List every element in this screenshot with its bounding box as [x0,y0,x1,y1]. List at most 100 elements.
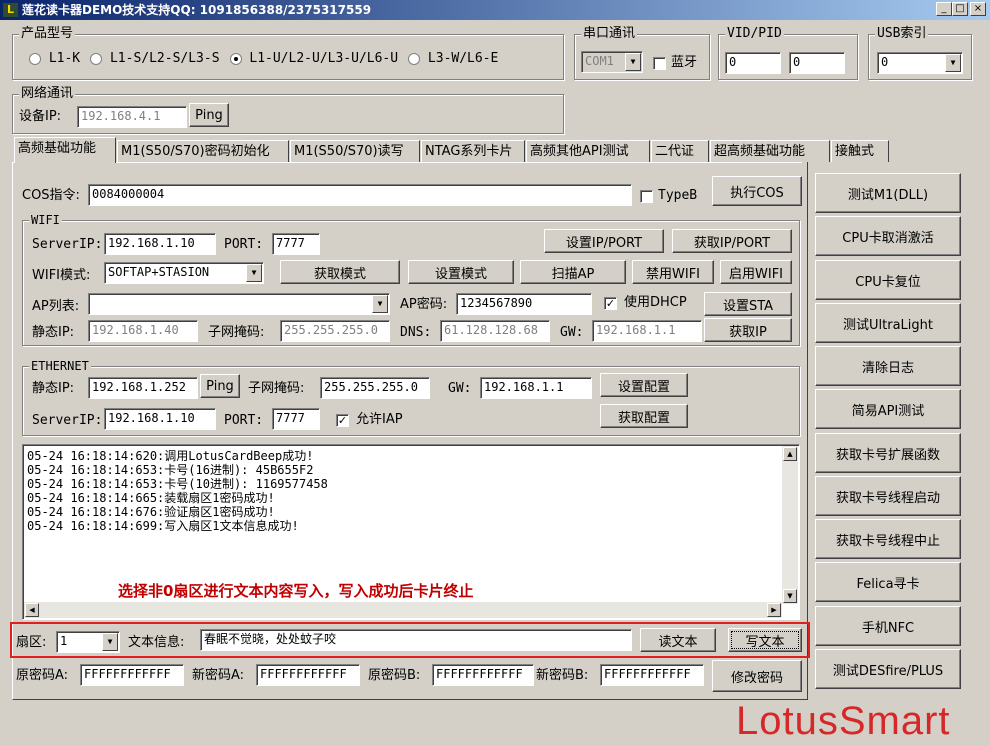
radio-l3w[interactable]: L3-W/L6-E [408,51,498,66]
radio-l1s[interactable]: L1-S/L2-S/L3-S [90,51,220,66]
eth-server-ip-input[interactable]: 192.168.1.10 [104,408,216,430]
device-ip-input[interactable]: 192.168.4.1 [77,106,187,128]
card-thread-start-button[interactable]: 获取卡号线程启动 [815,476,961,516]
bluetooth-checkbox[interactable] [653,57,666,70]
new-pwd-a-input[interactable]: FFFFFFFFFFFF [256,664,360,686]
window-title: 莲花读卡器DEMO技术支持QQ: 1091856388/2375317559 [22,3,372,17]
annotation-text: 选择非0扇区进行文本内容写入，写入成功后卡片终止 [118,582,474,600]
radio-l1u-circle[interactable] [229,52,242,65]
wifi-static-ip-input[interactable]: 192.168.1.40 [88,320,198,342]
old-pwd-a-input[interactable]: FFFFFFFFFFFF [80,664,184,686]
tab-hf-other-api[interactable]: 高频其他API测试 [526,140,650,162]
read-text-button[interactable]: 读文本 [640,628,716,652]
wifi-gw-input[interactable]: 192.168.1.1 [592,320,702,342]
usb-label: USB索引 [875,26,929,42]
test-ultralight-button[interactable]: 测试UltraLight [815,303,961,343]
felica-search-button[interactable]: Felica寻卡 [815,562,961,602]
radio-l1k[interactable]: L1-K [29,51,80,66]
test-m1-dll-button[interactable]: 测试M1(DLL) [815,173,961,213]
tab-m1-rw[interactable]: M1(S50/S70)读写 [290,140,420,162]
get-mode-button[interactable]: 获取模式 [280,260,400,284]
log-lines: 05-24 16:18:14:620:调用LotusCardBeep成功! 05… [27,449,328,533]
allow-iap-checkbox[interactable]: ✓ [336,414,349,427]
ap-list-select[interactable]: ▼ [88,293,390,315]
eth-static-ip-input[interactable]: 192.168.1.252 [88,377,198,399]
scroll-right-icon[interactable]: ▶ [767,603,781,617]
set-sta-button[interactable]: 设置STA [704,292,792,316]
text-info-input[interactable]: 春眠不觉晓，处处蚊子咬 [200,629,632,651]
disable-wifi-button[interactable]: 禁用WIFI [632,260,714,284]
radio-l1k-circle[interactable] [29,52,41,65]
scroll-left-icon[interactable]: ◀ [25,603,39,617]
new-pwd-b-input[interactable]: FFFFFFFFFFFF [600,664,704,686]
dhcp-checkbox[interactable]: ✓ [604,297,617,310]
wifi-mask-input[interactable]: 255.255.255.0 [280,320,390,342]
chevron-down-icon[interactable]: ▼ [372,295,388,313]
tab-hf-basic[interactable]: 高频基础功能 [14,137,116,163]
modify-password-button[interactable]: 修改密码 [712,660,802,692]
write-text-button[interactable]: 写文本 [728,628,802,652]
wifi-static-ip-label: 静态IP: [32,325,75,340]
eth-gw-input[interactable]: 192.168.1.1 [480,377,592,399]
eth-port-input[interactable]: 7777 [272,408,320,430]
tab-id-card[interactable]: 二代证 [651,140,709,162]
cpu-deactivate-button[interactable]: CPU卡取消激活 [815,216,961,256]
cos-input[interactable]: 0084000004 [88,184,632,206]
tab-uhf-basic[interactable]: 超高频基础功能 [710,140,830,162]
get-ip-button[interactable]: 获取IP [704,318,792,342]
vid-input[interactable]: 0 [725,52,781,74]
log-horizontal-scrollbar[interactable]: ◀ ▶ [24,602,782,618]
wifi-dns-input[interactable]: 61.128.128.68 [440,320,550,342]
get-ip-port-button[interactable]: 获取IP/PORT [672,229,792,253]
tab-ntag[interactable]: NTAG系列卡片 [421,140,525,162]
usb-index-select[interactable]: 0 ▼ [877,52,963,74]
tab-m1-init[interactable]: M1(S50/S70)密码初始化 [117,140,289,162]
eth-ping-button[interactable]: Ping [200,374,240,398]
chevron-down-icon[interactable]: ▼ [945,54,961,72]
exec-cos-button[interactable]: 执行COS [712,176,802,206]
network-ping-button[interactable]: Ping [189,103,229,127]
cpu-reset-button[interactable]: CPU卡复位 [815,260,961,300]
scan-ap-button[interactable]: 扫描AP [520,260,626,284]
com-port-select[interactable]: COM1 ▼ [581,51,643,73]
typeb-checkbox[interactable] [640,190,653,203]
scroll-up-icon[interactable]: ▲ [783,447,797,461]
test-desfire-button[interactable]: 测试DESfire/PLUS [815,649,961,689]
old-pwd-b-input[interactable]: FFFFFFFFFFFF [432,664,534,686]
eth-mask-input[interactable]: 255.255.255.0 [320,377,430,399]
set-config-button[interactable]: 设置配置 [600,373,688,397]
maximize-button[interactable]: □ [952,2,968,16]
card-thread-stop-button[interactable]: 获取卡号线程中止 [815,519,961,559]
get-card-ext-button[interactable]: 获取卡号扩展函数 [815,433,961,473]
radio-l1s-circle[interactable] [90,52,103,65]
enable-wifi-button[interactable]: 启用WIFI [720,260,792,284]
phone-nfc-button[interactable]: 手机NFC [815,606,961,646]
close-button[interactable]: × [970,2,986,16]
chevron-down-icon[interactable]: ▼ [102,633,118,651]
get-config-button[interactable]: 获取配置 [600,404,688,428]
pid-input[interactable]: 0 [789,52,845,74]
log-vertical-scrollbar[interactable]: ▲ ▼ [782,446,798,604]
tab-contact[interactable]: 接触式 [831,140,889,162]
scroll-down-icon[interactable]: ▼ [783,589,797,603]
log-line: 05-24 16:18:14:665:装载扇区1密码成功! [27,491,275,505]
radio-l1u[interactable]: L1-U/L2-U/L3-U/L6-U [229,51,398,66]
radio-l1s-label: L1-S/L2-S/L3-S [109,51,220,66]
chevron-down-icon[interactable]: ▼ [625,53,641,71]
ap-password-input[interactable]: 1234567890 [456,293,592,315]
radio-l3w-circle[interactable] [408,52,421,65]
wifi-mode-select[interactable]: SOFTAP+STASION ▼ [104,262,264,284]
set-ip-port-button[interactable]: 设置IP/PORT [544,229,664,253]
eth-gw-label: GW: [448,381,472,396]
chevron-down-icon[interactable]: ▼ [246,264,262,282]
log-line: 05-24 16:18:14:699:写入扇区1文本信息成功! [27,519,299,533]
wifi-mode-value: SOFTAP+STASION [108,265,210,279]
wifi-server-ip-input[interactable]: 192.168.1.10 [104,233,216,255]
wifi-port-input[interactable]: 7777 [272,233,320,255]
minimize-button[interactable]: _ [936,2,952,16]
simple-api-test-button[interactable]: 简易API测试 [815,389,961,429]
sector-select[interactable]: 1 ▼ [56,631,120,653]
allow-iap-label: 允许IAP [356,412,403,427]
set-mode-button[interactable]: 设置模式 [408,260,514,284]
clear-log-button[interactable]: 清除日志 [815,346,961,386]
